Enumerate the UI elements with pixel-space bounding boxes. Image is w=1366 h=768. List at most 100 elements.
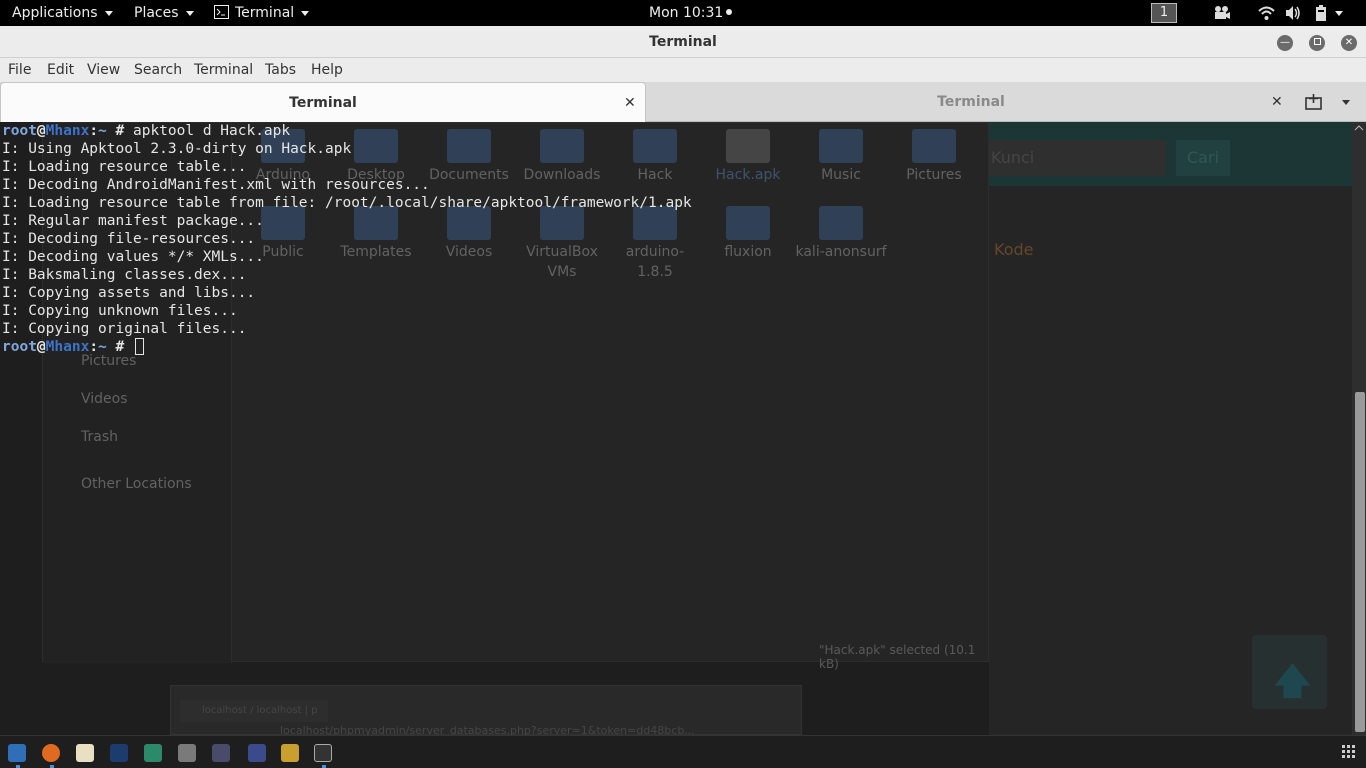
new-tab-icon[interactable] <box>1305 94 1322 110</box>
places-menu[interactable]: Places <box>134 0 194 26</box>
text-editor-icon[interactable] <box>76 744 94 762</box>
menu-terminal[interactable]: Terminal <box>194 62 253 78</box>
file-label-selected: Hack.apk <box>715 167 781 183</box>
app-menu[interactable]: Terminal <box>214 0 310 26</box>
close-tab-icon[interactable]: ✕ <box>624 83 636 123</box>
clock-label: Mon 10:31 <box>649 5 724 21</box>
file-icon <box>726 129 770 163</box>
video-camera-icon[interactable] <box>1213 5 1231 21</box>
output-line: I: Decoding AndroidManifest.xml with res… <box>2 177 430 193</box>
clock[interactable]: Mon 10:31 <box>649 0 733 26</box>
close-icon: ✕ <box>1344 37 1354 48</box>
prompt-symbol: # <box>115 339 125 355</box>
output-line: I: Copying assets and libs... <box>2 285 256 301</box>
prompt-at: @ <box>36 339 46 355</box>
menu-tabs[interactable]: Tabs <box>265 62 296 78</box>
prompt-colon: : <box>89 123 99 139</box>
prompt-line: root@Mhanx:~ # apktool d Hack.apk <box>2 123 290 139</box>
folder-icon <box>726 206 770 240</box>
prompt-at: @ <box>36 123 46 139</box>
chevron-down-icon <box>185 10 194 16</box>
file-label: Pictures <box>906 167 962 183</box>
browser-tab: localhost / localhost | p <box>180 700 328 722</box>
arrow-up-icon: 🡅 <box>1274 661 1312 702</box>
metasploit-icon[interactable] <box>110 744 128 762</box>
tabs-menu-chevron-icon[interactable] <box>1342 100 1350 105</box>
output-line: I: Using Apktool 2.3.0-dirty on Hack.apk <box>2 141 352 157</box>
menu-edit[interactable]: Edit <box>47 62 74 78</box>
prompt-path: ~ <box>98 339 107 355</box>
menu-search[interactable]: Search <box>134 62 182 78</box>
applications-menu[interactable]: Applications <box>12 0 113 26</box>
prompt-path: ~ <box>98 123 107 139</box>
places-label: Places <box>134 5 179 21</box>
tab-terminal-1[interactable]: Terminal ✕ <box>0 82 646 122</box>
output-line: I: Decoding values */* XMLs... <box>2 249 264 265</box>
tab-bar: Terminal ✕ Terminal ✕ <box>0 82 1366 122</box>
minimize-button[interactable]: — <box>1277 35 1293 51</box>
prompt-colon: : <box>89 339 99 355</box>
close-button[interactable]: ✕ <box>1341 35 1357 51</box>
armitage-icon[interactable] <box>144 744 162 762</box>
title-bar[interactable]: Terminal — ✕ <box>0 26 1366 58</box>
folder-icon <box>819 129 863 163</box>
web-search-button: Cari <box>1176 140 1230 176</box>
terminal-icon[interactable] <box>314 744 332 762</box>
text-cursor[interactable] <box>134 338 144 355</box>
web-kode-label: Kode <box>994 240 1034 259</box>
settings-icon[interactable] <box>248 744 266 762</box>
prompt-user: root <box>2 339 37 355</box>
sidebar-item-videos: Videos <box>81 391 128 407</box>
notification-dot-icon <box>726 9 733 15</box>
sidebar-item-other-locations: Other Locations <box>81 476 192 492</box>
prompt-user: root <box>2 123 37 139</box>
chevron-down-icon <box>104 10 113 16</box>
file-label: kali-anonsurf <box>795 244 887 260</box>
menu-view[interactable]: View <box>87 62 120 78</box>
scrollbar-thumb[interactable] <box>1355 392 1365 732</box>
prompt-line: root@Mhanx:~ # <box>2 338 144 355</box>
prompt-host: Mhanx <box>45 339 90 355</box>
output-line: I: Loading resource table from file: /ro… <box>2 195 692 211</box>
folder-icon <box>819 206 863 240</box>
tab-label: Terminal <box>937 94 1005 110</box>
tab-terminal-2[interactable]: Terminal ✕ <box>646 82 1296 122</box>
close-tab-icon[interactable]: ✕ <box>1271 82 1283 122</box>
terminal-icon <box>214 5 229 19</box>
wifi-icon[interactable] <box>1258 5 1275 21</box>
kali-icon[interactable] <box>281 744 299 762</box>
terminal-area[interactable]: Pictures Videos Trash Other Locations Ar… <box>0 122 1352 735</box>
files-icon[interactable] <box>8 744 26 762</box>
sidebar-item-trash: Trash <box>81 429 118 445</box>
maximize-button[interactable] <box>1309 35 1325 51</box>
menu-file[interactable]: File <box>8 62 31 78</box>
volume-icon[interactable] <box>1285 5 1301 21</box>
scroll-up-icon[interactable] <box>1354 124 1364 132</box>
menu-bar: File Edit View Search Terminal Tabs Help <box>0 58 1366 82</box>
system-menu-chevron-icon[interactable] <box>1335 11 1343 16</box>
output-line: I: Regular manifest package... <box>2 213 264 229</box>
firefox-icon[interactable] <box>42 744 60 762</box>
scrollbar[interactable] <box>1352 122 1366 735</box>
battery-icon[interactable] <box>1315 5 1327 21</box>
maltego-icon[interactable] <box>212 744 230 762</box>
menu-help[interactable]: Help <box>311 62 343 78</box>
tab-label: Terminal <box>289 95 357 111</box>
workspace-indicator[interactable]: 1 <box>1151 3 1177 23</box>
web-search-input: Kunci <box>989 140 1166 176</box>
terminal-window: Terminal — ✕ File Edit View Search Termi… <box>0 26 1366 735</box>
minimize-icon: — <box>1280 37 1290 48</box>
window-title: Terminal <box>649 34 717 50</box>
terminal-output: root@Mhanx:~ # apktool d Hack.apk I: Usi… <box>2 122 692 356</box>
file-label: fluxion <box>724 244 772 260</box>
applications-label: Applications <box>12 5 98 21</box>
show-applications-icon[interactable] <box>1342 745 1356 759</box>
output-line: I: Loading resource table... <box>2 159 247 175</box>
burp-icon[interactable] <box>178 744 196 762</box>
maximize-icon <box>1313 38 1321 45</box>
prompt-symbol: # <box>115 123 125 139</box>
file-label: Music <box>821 167 861 183</box>
file-manager-status: "Hack.apk" selected (10.1 kB) <box>819 643 976 671</box>
